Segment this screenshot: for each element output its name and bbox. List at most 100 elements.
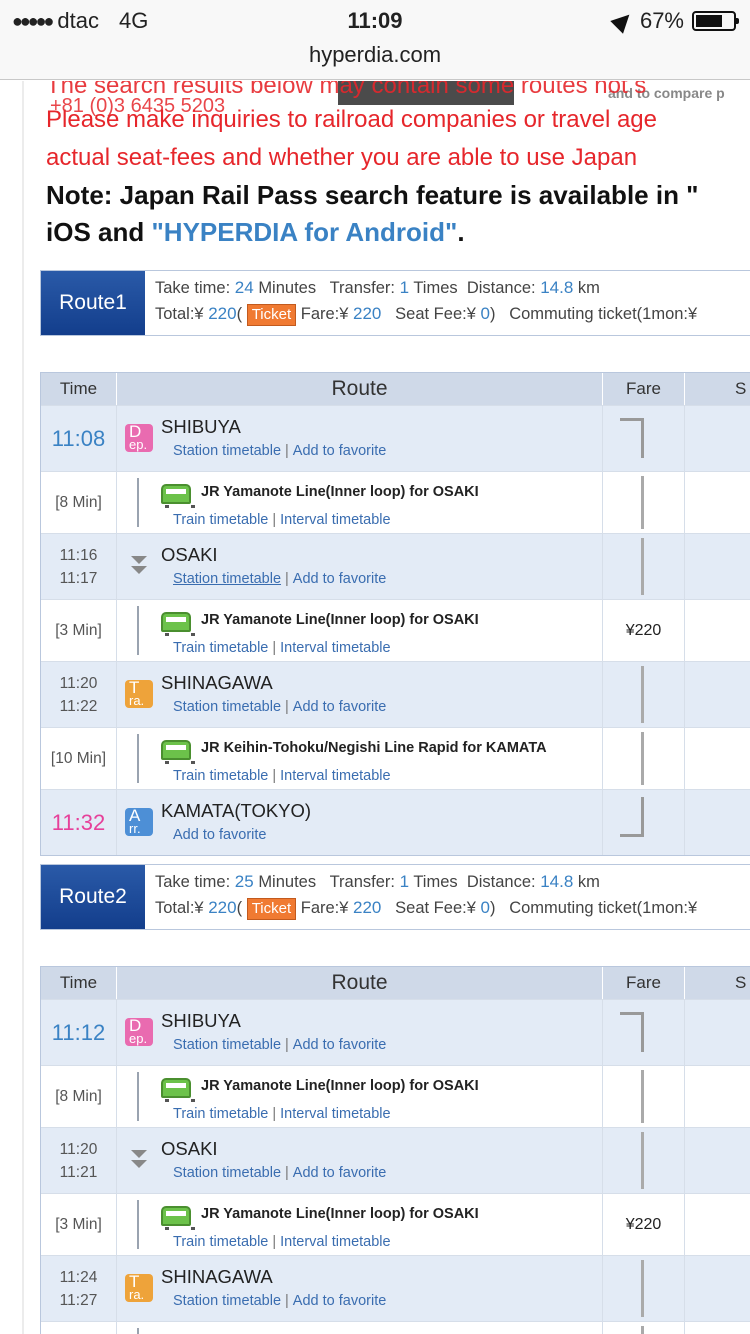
minutes-label: Minutes bbox=[258, 279, 317, 297]
android-link[interactable]: "HYPERDIA for Android" bbox=[151, 217, 457, 247]
station-row: 11:16 11:17 OSAKI Station timetable | Add to … bbox=[41, 533, 750, 599]
line-links: Train timetable | Interval timetable bbox=[173, 640, 391, 656]
departure-time: 11:27 bbox=[59, 1291, 98, 1309]
distance-value: 14.8 bbox=[540, 872, 574, 891]
transfer-icon: Tra. bbox=[125, 679, 153, 708]
station-time: 11:12 bbox=[51, 1020, 106, 1045]
seat-fee-label: Seat Fee:¥ bbox=[395, 305, 476, 323]
time-cell: [10 Min] bbox=[41, 728, 117, 789]
pass-through-icon bbox=[131, 1150, 147, 1170]
distance-value: 14.8 bbox=[540, 278, 574, 297]
link-separator: | bbox=[272, 512, 277, 528]
time-cell: 11:32 bbox=[41, 790, 117, 855]
route-info-line-1: Take time: 25 Minutes Transfer: 1 Times … bbox=[155, 869, 697, 895]
route-info-line-1: Take time: 24 Minutes Transfer: 1 Times … bbox=[155, 275, 697, 301]
total-value: 220 bbox=[208, 304, 237, 323]
train-timetable-link[interactable]: Train timetable bbox=[173, 512, 268, 528]
arrival-time: 11:24 bbox=[59, 1268, 98, 1286]
transfer-value: 1 bbox=[399, 278, 410, 297]
line-row: [10 Min] JR Keihin-Tohoku/Negishi Line Ra… bbox=[41, 727, 750, 789]
route-cell: Dep. SHIBUYA Station timetable | Add to favo… bbox=[117, 1000, 603, 1065]
transfer-value: 1 bbox=[399, 872, 410, 891]
add-favorite-link[interactable]: Add to favorite bbox=[293, 1037, 387, 1053]
line-row: [3 Min] JR Yamanote Line(Inner loop) for … bbox=[41, 1193, 750, 1255]
train-timetable-link[interactable]: Train timetable bbox=[173, 1234, 268, 1250]
add-favorite-link[interactable]: Add to favorite bbox=[293, 571, 387, 587]
fare-bracket-line bbox=[641, 732, 644, 785]
line-name: JR Yamanote Line(Inner loop) for OSAKI bbox=[201, 1206, 479, 1222]
departure-time: 11:21 bbox=[59, 1163, 98, 1181]
route-label: Route1 bbox=[41, 271, 145, 335]
status-right: 67% bbox=[610, 8, 739, 34]
badge-text: rr. bbox=[129, 821, 141, 836]
departure-icon: Dep. bbox=[125, 1017, 153, 1046]
station-links: Station timetable | Add to favorite bbox=[173, 1037, 386, 1053]
add-favorite-link[interactable]: Add to favorite bbox=[293, 443, 387, 459]
add-favorite-link[interactable]: Add to favorite bbox=[293, 1165, 387, 1181]
interval-timetable-link[interactable]: Interval timetable bbox=[280, 1234, 390, 1250]
fare-bracket-top bbox=[620, 1012, 644, 1052]
battery-icon bbox=[692, 11, 739, 31]
transfer-label: Transfer: bbox=[329, 873, 395, 891]
line-row: [8 Min] JR Yamanote Line(Inner loop) for … bbox=[41, 1065, 750, 1127]
fare-cell bbox=[603, 728, 685, 789]
station-timetable-link[interactable]: Station timetable bbox=[173, 443, 281, 459]
ticket-badge[interactable]: Ticket bbox=[246, 898, 297, 920]
train-timetable-link[interactable]: Train timetable bbox=[173, 640, 268, 656]
seat-cell bbox=[685, 1066, 750, 1127]
th-fare: Fare bbox=[603, 967, 685, 999]
fare-bracket-line bbox=[641, 1132, 644, 1189]
interval-timetable-link[interactable]: Interval timetable bbox=[280, 1106, 390, 1122]
route-cell: JR Keihin-Tohoku/Negishi Line Rapid for … bbox=[117, 728, 603, 789]
station-timetable-link[interactable]: Station timetable bbox=[173, 1037, 281, 1053]
station-timetable-link[interactable]: Station timetable bbox=[173, 699, 281, 715]
link-separator: | bbox=[285, 1037, 289, 1053]
train-timetable-link[interactable]: Train timetable bbox=[173, 1106, 268, 1122]
arrival-time: 11:20 bbox=[59, 674, 98, 692]
station-timetable-link[interactable]: Station timetable bbox=[173, 1293, 281, 1309]
train-timetable-link[interactable]: Train timetable bbox=[173, 768, 268, 784]
interval-timetable-link[interactable]: Interval timetable bbox=[280, 512, 390, 528]
route-table: Time Route Fare S 11:12 Dep. SHIBUYA Station ti… bbox=[40, 966, 750, 1334]
total-label: Total:¥ bbox=[155, 899, 204, 917]
duration: [8 Min] bbox=[55, 1088, 102, 1105]
fare-cell bbox=[603, 790, 685, 855]
link-separator: | bbox=[285, 1293, 289, 1309]
fare-bracket-line bbox=[641, 538, 644, 595]
minutes-label: Minutes bbox=[258, 873, 317, 891]
add-favorite-link[interactable]: Add to favorite bbox=[293, 1293, 387, 1309]
route-line bbox=[137, 734, 139, 783]
badge-text: ep. bbox=[129, 437, 148, 452]
url-bar[interactable]: hyperdia.com bbox=[0, 40, 750, 80]
line-links: Train timetable | Interval timetable bbox=[173, 1106, 391, 1122]
station-timetable-link[interactable]: Station timetable bbox=[173, 1165, 281, 1181]
station-links: Station timetable | Add to favorite bbox=[173, 1293, 386, 1309]
route-line bbox=[137, 1200, 139, 1249]
link-separator: | bbox=[272, 640, 277, 656]
seat-cell bbox=[685, 472, 750, 533]
station-timetable-link[interactable]: Station timetable bbox=[173, 571, 281, 587]
time-cell: 11:16 11:17 bbox=[41, 534, 117, 599]
time-cell: [8 Min] bbox=[41, 1066, 117, 1127]
link-separator: | bbox=[272, 1106, 277, 1122]
route-info-line-2: Total:¥ 220( Ticket Fare:¥ 220 Seat Fee:… bbox=[155, 895, 697, 921]
transfer-icon: Tra. bbox=[125, 1273, 153, 1302]
station-links: Station timetable | Add to favorite bbox=[173, 1165, 386, 1181]
route-info-line-2: Total:¥ 220( Ticket Fare:¥ 220 Seat Fee:… bbox=[155, 301, 697, 327]
seat-cell bbox=[685, 534, 750, 599]
fare-cell bbox=[603, 1322, 685, 1334]
fare-cell: ¥220 bbox=[603, 1194, 685, 1255]
route-cell: Tra. SHINAGAWA Station timetable | Add to fa… bbox=[117, 1256, 603, 1321]
take-time-value: 24 bbox=[234, 278, 254, 297]
seat-cell bbox=[685, 1256, 750, 1321]
station-row: 11:20 11:22 Tra. SHINAGAWA Station timetable… bbox=[41, 661, 750, 727]
fare-bracket-bottom bbox=[620, 797, 644, 837]
interval-timetable-link[interactable]: Interval timetable bbox=[280, 640, 390, 656]
seat-cell bbox=[685, 406, 750, 471]
route-cell: OSAKI Station timetable | Add to favorite bbox=[117, 1128, 603, 1193]
add-favorite-link[interactable]: Add to favorite bbox=[293, 699, 387, 715]
add-favorite-link[interactable]: Add to favorite bbox=[173, 827, 267, 843]
ticket-badge[interactable]: Ticket bbox=[246, 304, 297, 326]
fare-cell bbox=[603, 662, 685, 727]
interval-timetable-link[interactable]: Interval timetable bbox=[280, 768, 390, 784]
